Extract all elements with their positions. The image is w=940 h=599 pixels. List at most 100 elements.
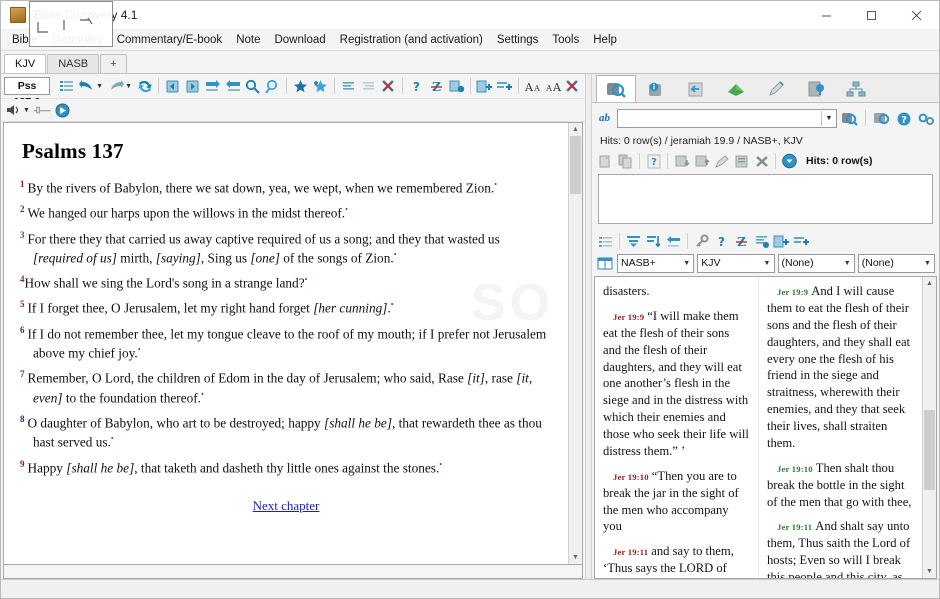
search-input[interactable] (618, 110, 821, 126)
menu-item-commentary-ebook[interactable]: Commentary/E-book (110, 32, 229, 48)
chevron-down-icon[interactable]: ▼ (680, 260, 693, 267)
footnote-marker[interactable]: • (201, 390, 204, 399)
align-icon[interactable] (624, 232, 643, 251)
row-add-icon[interactable] (495, 77, 514, 96)
footnote-marker[interactable]: • (345, 205, 348, 214)
chevron-down-icon[interactable]: ▼ (821, 110, 836, 126)
footnote-marker[interactable]: • (391, 300, 394, 309)
tab-search[interactable] (596, 75, 636, 102)
menu-item-registration[interactable]: Registration (and activation) (333, 32, 490, 48)
tab-import[interactable] (676, 75, 716, 102)
sync-icon[interactable] (135, 77, 154, 96)
indent-icon[interactable] (223, 77, 242, 96)
font-increase-icon[interactable]: AA (543, 77, 562, 96)
search-settings-icon[interactable] (916, 109, 935, 128)
menu-item-settings[interactable]: Settings (490, 32, 546, 48)
search-book-icon[interactable] (243, 77, 262, 96)
scrollbar-track[interactable] (569, 136, 582, 551)
speaker-dropdown-icon[interactable]: ▼ (23, 107, 30, 114)
strongs-icon[interactable]: Z (427, 77, 446, 96)
parallel-verse[interactable]: Jer 19:10 “Then you are to break the jar … (603, 468, 750, 536)
verse[interactable]: 8O daughter of Babylon, who art to be de… (20, 413, 552, 453)
back-arrow-icon[interactable] (77, 77, 96, 96)
search-help-icon[interactable]: ? (894, 109, 913, 128)
reference-input[interactable]: Pss 137:9 (4, 77, 51, 108)
tab-notes[interactable] (756, 75, 796, 102)
volume-slider-icon[interactable] (33, 101, 52, 120)
list-icon[interactable] (732, 152, 751, 171)
verse[interactable]: 3 For there they that carried us away cap… (20, 229, 552, 269)
verse-reference[interactable]: Jer 19:10 (777, 464, 813, 474)
next-chapter-icon[interactable] (183, 77, 202, 96)
tab-info[interactable]: i (636, 75, 676, 102)
chevron-down-icon[interactable]: ▼ (921, 260, 934, 267)
verse-reference[interactable]: Jer 19:9 (613, 312, 644, 322)
scroll-down-arrow-icon[interactable]: ▼ (923, 565, 936, 578)
favorite-star-icon[interactable] (291, 77, 310, 96)
translation-select-1[interactable]: NASB+ ▼ (617, 253, 695, 273)
paragraph-alt-icon[interactable] (359, 77, 378, 96)
scroll-down-arrow-icon[interactable]: ▼ (569, 551, 582, 564)
reader-scrollbar[interactable]: ▲ ▼ (568, 123, 582, 564)
bible-text-reader[interactable]: SO Psalms 137 1 By the rivers of Babylon,… (4, 123, 568, 564)
verse-reference[interactable]: Jer 19:10 (613, 472, 649, 482)
help-question-icon[interactable]: ? (712, 232, 731, 251)
tab-bookmarks[interactable] (796, 75, 836, 102)
scrollbar-thumb[interactable] (924, 410, 935, 490)
menu-item-note[interactable]: Note (229, 32, 267, 48)
parallel-verse[interactable]: Jer 19:10 Then shalt thou break the bottl… (767, 460, 914, 511)
column-add-icon[interactable] (475, 77, 494, 96)
menu-item-bible[interactable]: Bible (5, 32, 45, 48)
tab-network[interactable] (836, 75, 876, 102)
row-add-icon[interactable] (792, 232, 811, 251)
forward-dropdown-icon[interactable]: ▼ (125, 83, 132, 90)
copy-all-icon[interactable] (616, 152, 635, 171)
maximize-button[interactable] (849, 1, 894, 29)
search-field-wrap[interactable]: ▼ (617, 108, 837, 128)
verse[interactable]: 6 If I do not remember thee, let my tongu… (20, 324, 552, 364)
back-dropdown-icon[interactable]: ▼ (96, 83, 103, 90)
prev-chapter-icon[interactable] (163, 77, 182, 96)
parallel-verse[interactable]: Jer 19:11 And shalt say unto them, Thus s… (767, 518, 914, 578)
verse[interactable]: 2 We hanged our harps upon the willows in… (20, 203, 552, 223)
help-question-icon[interactable]: ? (644, 152, 663, 171)
footnote-marker[interactable]: • (494, 180, 497, 189)
filter-down-icon[interactable] (672, 152, 691, 171)
verse[interactable]: 7 Remember, O Lord, the children of Edom … (20, 368, 552, 408)
chevron-down-icon[interactable]: ▼ (761, 260, 774, 267)
search-book-icon[interactable] (872, 109, 891, 128)
search-verse-icon[interactable] (263, 77, 282, 96)
dropdown-circle-icon[interactable] (780, 152, 799, 171)
bookmark-add-icon[interactable] (447, 77, 466, 96)
reader-horizontal-scrollbar[interactable] (3, 565, 583, 579)
parallel-verse[interactable]: Jer 19:9 “I will make them eat the flesh … (603, 308, 750, 460)
nasb-column[interactable]: disasters. Jer 19:9 “I will make them eat … (595, 277, 758, 578)
scrollbar-track[interactable] (923, 290, 936, 565)
tab-nasb[interactable]: NASB (47, 54, 100, 73)
translation-select-4[interactable]: (None) ▼ (857, 253, 935, 273)
parallel-columns[interactable]: disasters. Jer 19:9 “I will make them eat … (595, 277, 922, 578)
list-icon[interactable] (596, 232, 615, 251)
menu-item-download[interactable]: Download (267, 32, 332, 48)
footnote-marker[interactable]: • (305, 275, 308, 284)
verse[interactable]: 1 By the rivers of Babylon, there we sat … (20, 178, 552, 198)
kjv-column[interactable]: Jer 19:9 And I will cause them to eat the… (758, 277, 922, 578)
font-decrease-icon[interactable]: AA (523, 77, 542, 96)
chevron-down-icon[interactable]: ▼ (841, 260, 854, 267)
close-x-icon[interactable] (752, 152, 771, 171)
scroll-up-arrow-icon[interactable]: ▲ (569, 123, 582, 136)
tab-books[interactable] (716, 75, 756, 102)
scroll-up-arrow-icon[interactable]: ▲ (923, 277, 936, 290)
parallel-verse[interactable]: Jer 19:9 And I will cause them to eat the… (767, 283, 914, 452)
add-tab-button[interactable]: + (100, 54, 127, 73)
menu-item-tools[interactable]: Tools (545, 32, 586, 48)
footnote-marker[interactable]: • (111, 434, 114, 443)
verse[interactable]: 9 Happy [shall he be], that taketh and da… (20, 458, 552, 478)
footnote-marker[interactable]: • (439, 460, 442, 469)
column-add-icon[interactable] (772, 232, 791, 251)
outdent-icon[interactable] (203, 77, 222, 96)
paragraph-icon[interactable] (752, 232, 771, 251)
clear-red-x-icon[interactable] (563, 77, 582, 96)
menu-item-dictionary[interactable]: Dictionary (45, 32, 110, 48)
verse[interactable]: 5 If I forget thee, O Jerusalem, let my r… (20, 298, 552, 318)
